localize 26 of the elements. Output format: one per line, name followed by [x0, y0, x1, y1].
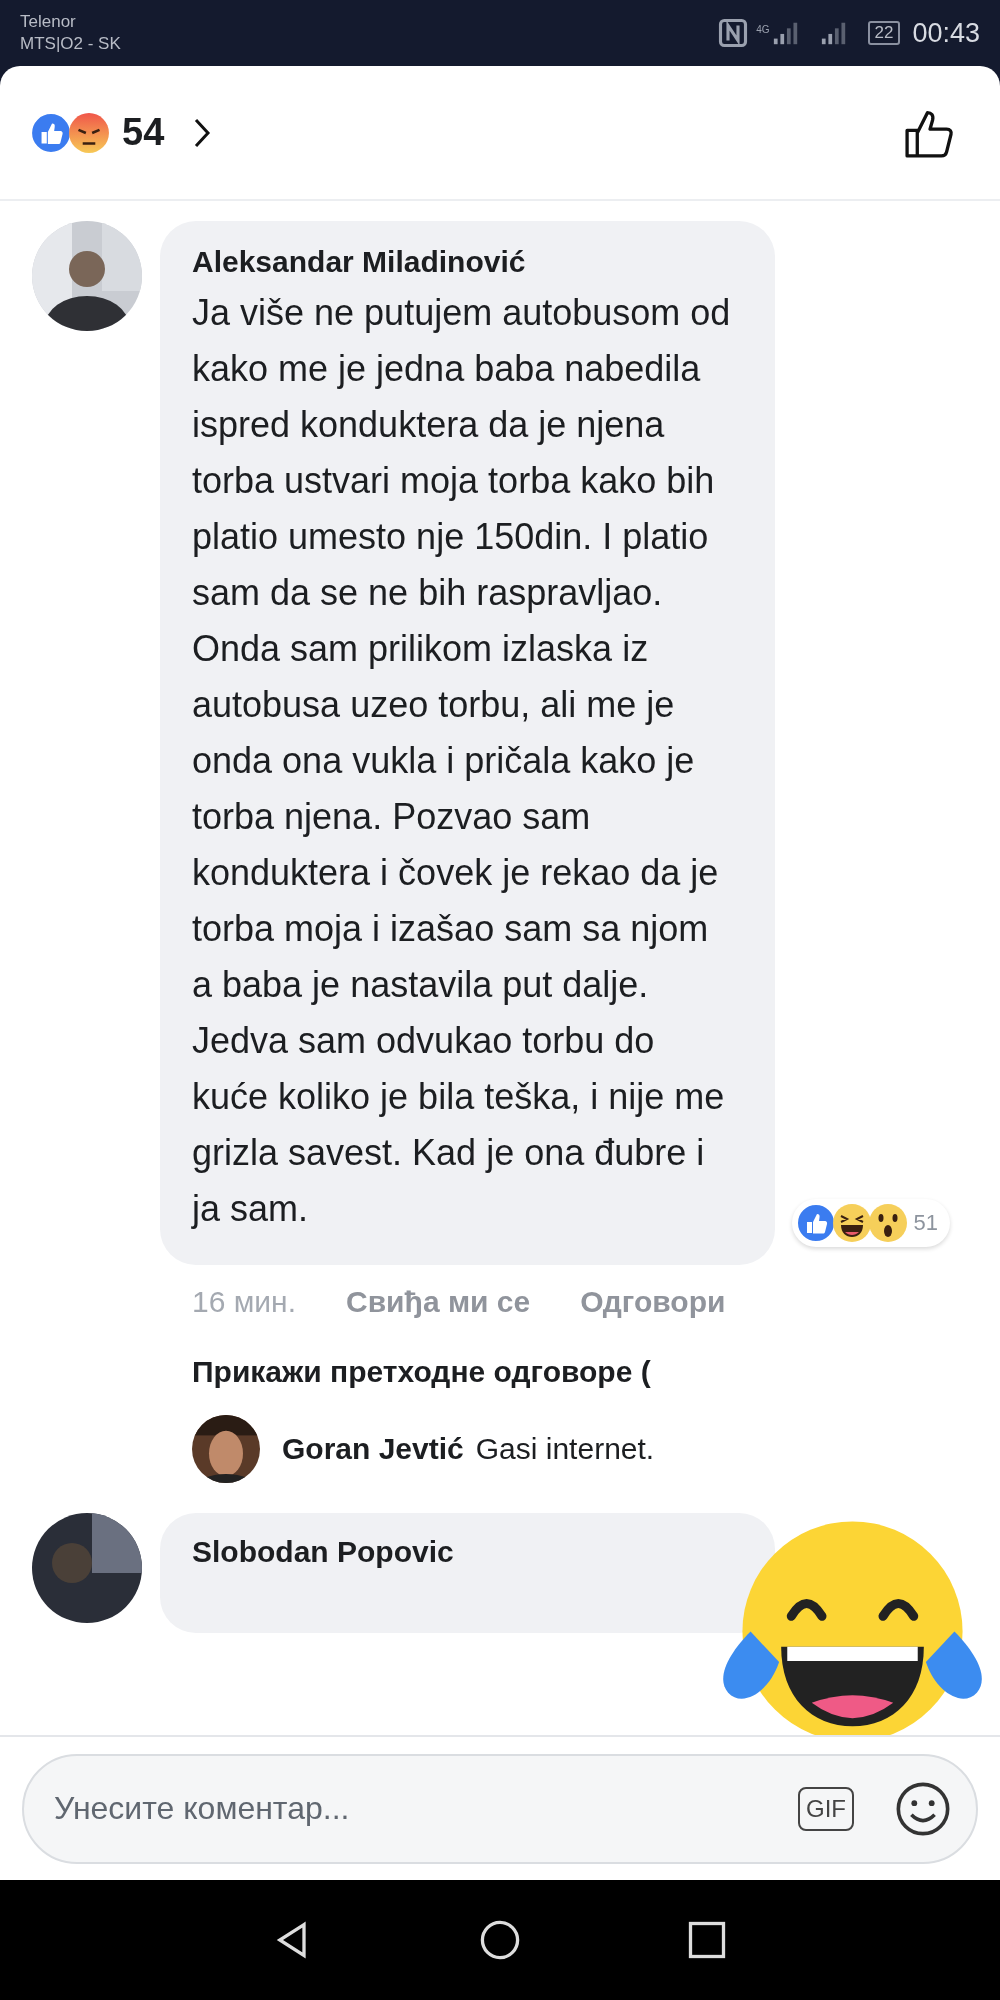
comment-time: 16 мин. — [192, 1285, 296, 1319]
angry-reaction-icon — [68, 111, 110, 154]
like-reaction-icon — [795, 1203, 836, 1243]
network-type: 4G — [756, 23, 770, 35]
like-reaction-icon — [30, 111, 72, 154]
previous-replies-link[interactable]: Прикажи претходне одговоре ( — [192, 1355, 775, 1389]
comment-input[interactable]: Унесите коментар... GIF — [22, 1753, 978, 1864]
nfc-icon — [718, 18, 749, 48]
reaction-count: 51 — [913, 1210, 938, 1236]
author-name[interactable]: Slobodan Popovic — [192, 1535, 741, 1569]
author-name[interactable]: Aleksandar Miladinović — [192, 245, 741, 279]
reaction-count[interactable]: 54 — [122, 111, 165, 154]
surprised-reaction-icon — [867, 1203, 908, 1243]
clock: 00:43 — [912, 17, 980, 49]
reply-author[interactable]: Goran Jevtić — [282, 1432, 464, 1466]
carrier-name: Telenor — [20, 11, 77, 33]
gif-button[interactable]: GIF — [798, 1786, 854, 1831]
chevron-right-icon[interactable] — [192, 116, 213, 149]
comment-text: Ja više ne putujem autobusom od kako me je jedna baba nabedila ispred konduktera da je njena torba ustvari moja torba kako bih platio umesto nje 150din. I platio sam da se ne bih raspravljao. Onda sam prilikom izlaska iz autobusa uzeo torbu, ali me je onda ona vukla i pričala kako je torba njena. Pozvao sam konduktera i čovek je rekao da je torba moja i izašao sam sa njom a baba je nastavila put dalje. Jedva sam odvukao torbu do kuće koliko je bila teška, i nije me grizla savest. Kad je ona đubre i ja sam. — [192, 291, 732, 1231]
laughing-reaction-icon — [831, 1203, 872, 1243]
battery-indicator: 22 — [867, 21, 901, 45]
reply-text: Gasi internet. — [475, 1432, 655, 1466]
signal-icon — [819, 21, 848, 45]
carrier-name: MTS|O2 - SK — [20, 33, 121, 55]
signal-icon — [771, 21, 800, 45]
home-icon[interactable] — [478, 1918, 522, 1962]
